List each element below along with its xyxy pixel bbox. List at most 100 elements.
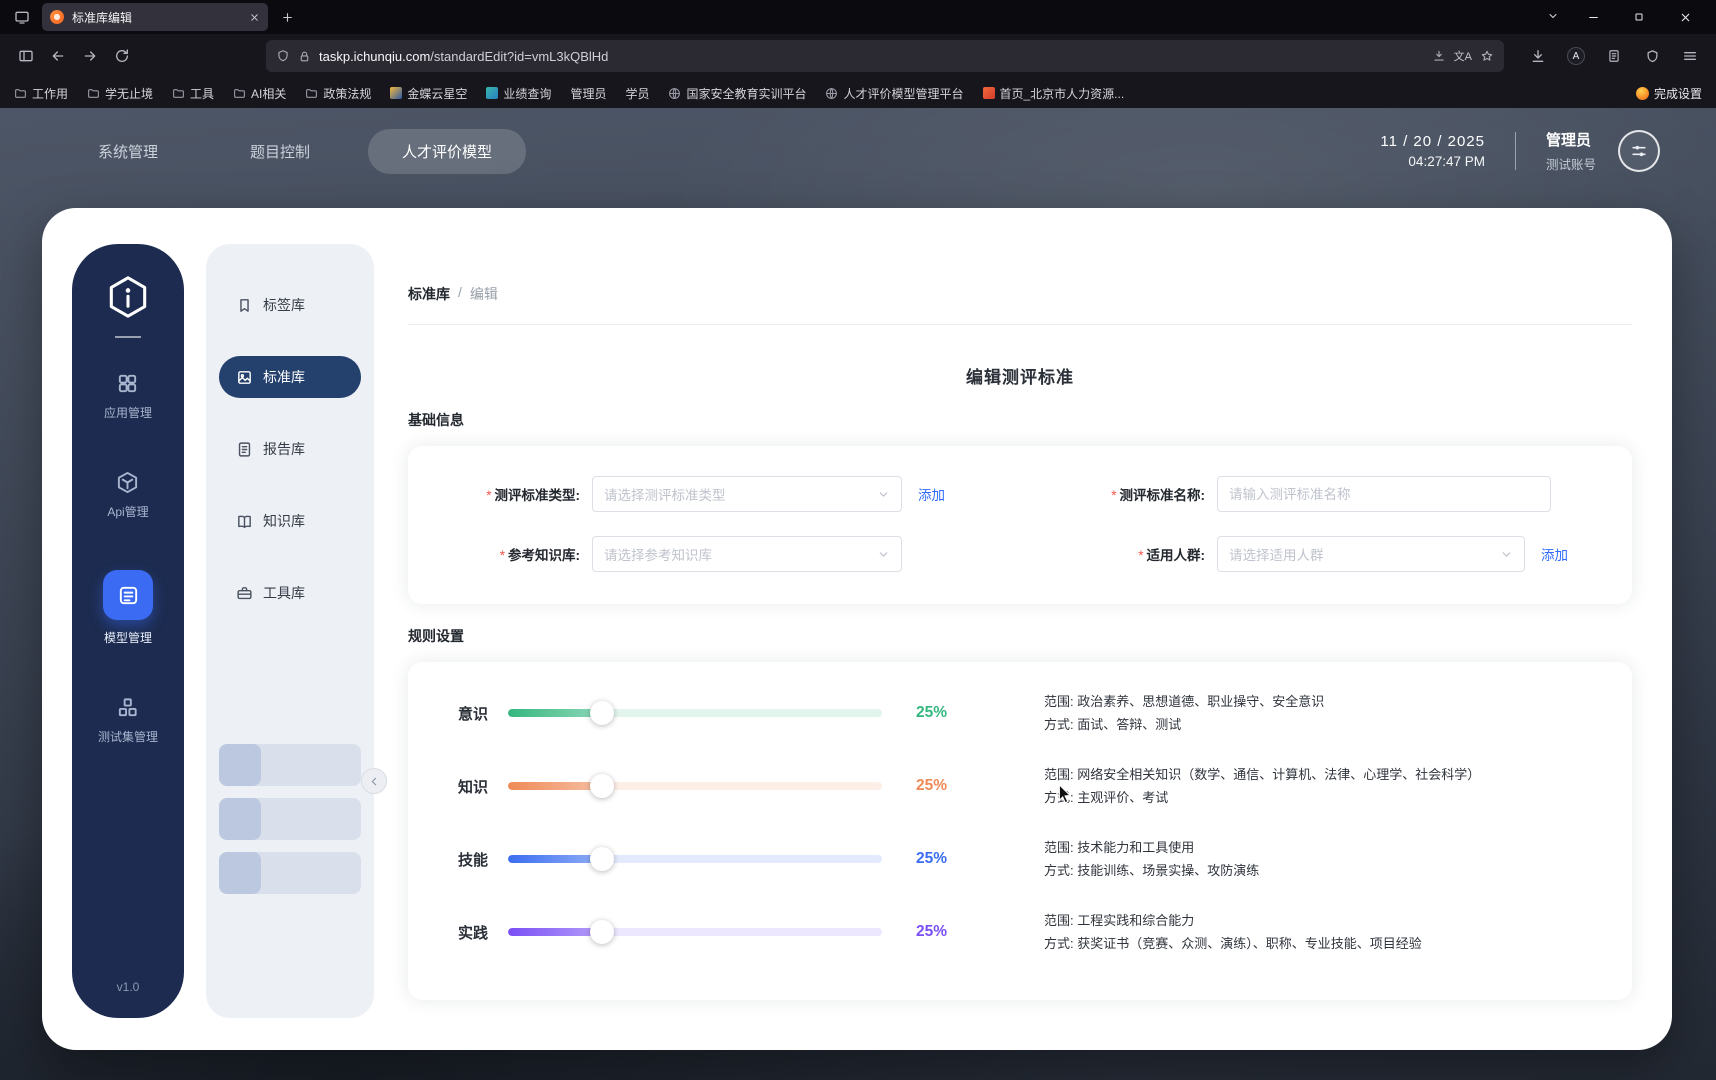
bookmark-item[interactable]: 工作用 bbox=[14, 85, 68, 102]
tracking-shield-icon[interactable] bbox=[276, 49, 290, 63]
slider-row-awareness: 意识 25% 范围: 政治素养、思想道德、职业操守、安全意识 方式: 面试、答辩… bbox=[408, 690, 1632, 736]
url-path: /standardEdit?id=vmL3kQBlHd bbox=[430, 48, 609, 64]
back-icon[interactable] bbox=[42, 40, 74, 72]
bookmark-item[interactable]: 学无止境 bbox=[87, 85, 153, 102]
sidebar-item-testsets[interactable]: 测试集管理 bbox=[98, 696, 158, 745]
extension-shield-icon[interactable] bbox=[1636, 40, 1668, 72]
name-label: * 测评标准名称: bbox=[1111, 488, 1205, 503]
slider-thumb[interactable] bbox=[589, 847, 614, 871]
menu-icon[interactable] bbox=[1674, 40, 1706, 72]
extension-flask-icon[interactable] bbox=[1598, 40, 1630, 72]
nav-item-system[interactable]: 系统管理 bbox=[64, 129, 192, 174]
browser-tab-bar: 标准库编辑 bbox=[0, 0, 1716, 34]
sidebar-item-apps[interactable]: 应用管理 bbox=[104, 372, 152, 421]
sidebar-toggle-icon[interactable] bbox=[10, 40, 42, 72]
bookmark-item[interactable]: AI相关 bbox=[233, 85, 286, 102]
slider-description: 范围: 网络安全相关知识（数学、通信、计算机、法律、心理学、社会科学） 方式: … bbox=[1044, 767, 1481, 805]
maximize-button[interactable] bbox=[1616, 0, 1662, 34]
downloads-icon[interactable] bbox=[1522, 40, 1554, 72]
bookmark-item[interactable]: 业绩查询 bbox=[486, 85, 551, 102]
report-icon bbox=[236, 441, 253, 458]
knowledge-slider[interactable] bbox=[508, 774, 882, 798]
breadcrumb-root[interactable]: 标准库 bbox=[408, 284, 450, 304]
kb-select[interactable]: 请选择参考知识库 bbox=[592, 536, 902, 572]
avatar[interactable] bbox=[1618, 130, 1660, 172]
library-panel: 标签库 标准库 报告库 知识库 工具库 bbox=[206, 244, 387, 1018]
nav-item-talent-model[interactable]: 人才评价模型 bbox=[368, 128, 527, 174]
add-group-link[interactable]: 添加 bbox=[1541, 544, 1568, 564]
group-select[interactable]: 请选择适用人群 bbox=[1217, 536, 1525, 572]
finish-setup[interactable]: 完成设置 bbox=[1635, 85, 1702, 102]
kb-label: * 参考知识库: bbox=[499, 548, 580, 563]
slider-thumb[interactable] bbox=[589, 920, 614, 944]
firefox-view-icon[interactable] bbox=[8, 4, 36, 30]
sidebar-divider bbox=[115, 336, 141, 338]
bookmark-item[interactable]: 工具 bbox=[172, 85, 214, 102]
api-icon bbox=[116, 471, 139, 494]
bookmark-item[interactable]: 政策法规 bbox=[305, 85, 371, 102]
slider-name: 技能 bbox=[458, 851, 489, 869]
list-tabs-icon[interactable] bbox=[1536, 9, 1570, 25]
slider-name: 知识 bbox=[458, 778, 489, 796]
app-page: 系统管理 题目控制 人才评价模型 11 / 20 / 2025 04:27:47… bbox=[0, 108, 1716, 1080]
nav-item-questions[interactable]: 题目控制 bbox=[216, 129, 344, 174]
bookmark-item[interactable]: 金蝶云星空 bbox=[390, 85, 467, 102]
breadcrumb-separator: / bbox=[458, 284, 462, 300]
basic-info-card: *测评标准类型: 请选择测评标准类型 添加 *测评标准名称: *参考 bbox=[408, 446, 1632, 604]
browser-tab[interactable]: 标准库编辑 bbox=[42, 3, 268, 31]
grid-icon bbox=[116, 372, 139, 395]
minimize-button[interactable] bbox=[1570, 0, 1616, 34]
url-host: taskp.ichunqiu.com bbox=[319, 48, 431, 64]
reload-icon[interactable] bbox=[106, 40, 138, 72]
slider-description: 范围: 技术能力和工具使用 方式: 技能训练、场景实操、攻防演练 bbox=[1044, 840, 1260, 878]
bookmark-star-icon[interactable] bbox=[1480, 49, 1494, 63]
rules-card: 意识 25% 范围: 政治素养、思想道德、职业操守、安全意识 方式: 面试、答辩… bbox=[408, 662, 1632, 1000]
datetime: 11 / 20 / 2025 04:27:47 PM bbox=[1380, 133, 1485, 169]
folder-icon bbox=[172, 87, 185, 100]
awareness-slider[interactable] bbox=[508, 701, 882, 725]
lib-item-knowledge[interactable]: 知识库 bbox=[219, 500, 361, 542]
content-area: 标准库 / 编辑 编辑测评标准 基础信息 * 测评标准类型: 请选择测评标准类型 … bbox=[408, 208, 1632, 1050]
close-window-button[interactable] bbox=[1662, 0, 1708, 34]
bookmark-item[interactable]: 管理员 bbox=[570, 85, 606, 102]
lib-item-reports[interactable]: 报告库 bbox=[219, 428, 361, 470]
collapse-panel-button[interactable] bbox=[361, 768, 387, 794]
time-text: 04:27:47 PM bbox=[1408, 154, 1485, 169]
bookmark-icon bbox=[236, 297, 253, 314]
type-label: * 测评标准类型: bbox=[486, 488, 580, 503]
bookmark-item[interactable]: 国家安全教育实训平台 bbox=[668, 85, 806, 102]
toolbox-icon bbox=[236, 585, 253, 602]
tab-title: 标准库编辑 bbox=[72, 10, 133, 25]
practice-slider[interactable] bbox=[508, 920, 882, 944]
bookmark-item[interactable]: 学员 bbox=[625, 85, 649, 102]
extension-a-icon[interactable]: A bbox=[1560, 40, 1592, 72]
bookmark-item[interactable]: 首页_北京市人力资源... bbox=[982, 85, 1124, 102]
save-page-icon[interactable] bbox=[1432, 49, 1446, 63]
lib-item-tags[interactable]: 标签库 bbox=[219, 284, 361, 326]
book-icon bbox=[236, 513, 253, 530]
translate-icon[interactable]: 文A bbox=[1454, 48, 1472, 64]
mouse-cursor bbox=[1056, 782, 1076, 804]
slider-thumb[interactable] bbox=[589, 774, 614, 798]
name-input[interactable] bbox=[1217, 476, 1551, 512]
slider-name: 意识 bbox=[458, 705, 489, 723]
slider-percent: 25% bbox=[916, 923, 948, 940]
breadcrumb-current: 编辑 bbox=[469, 286, 498, 302]
add-type-link[interactable]: 添加 bbox=[918, 484, 945, 504]
new-tab-button[interactable] bbox=[274, 4, 300, 30]
url-text[interactable]: taskp.ichunqiu.com/standardEdit?id=vmL3k… bbox=[319, 49, 1424, 64]
browser-toolbar: taskp.ichunqiu.com/standardEdit?id=vmL3k… bbox=[0, 34, 1716, 78]
sidebar-item-api[interactable]: Api管理 bbox=[107, 471, 149, 520]
url-bar[interactable]: taskp.ichunqiu.com/standardEdit?id=vmL3k… bbox=[266, 40, 1504, 72]
lib-item-tools[interactable]: 工具库 bbox=[219, 572, 361, 614]
skeleton-list bbox=[219, 744, 361, 906]
lib-item-standards[interactable]: 标准库 bbox=[219, 356, 361, 398]
slider-thumb[interactable] bbox=[589, 701, 614, 725]
lock-icon[interactable] bbox=[298, 50, 311, 63]
sidebar-item-models[interactable]: 模型管理 bbox=[103, 570, 153, 646]
bookmark-item[interactable]: 人才评价模型管理平台 bbox=[825, 85, 964, 102]
skill-slider[interactable] bbox=[508, 847, 882, 871]
forward-icon[interactable] bbox=[74, 40, 106, 72]
type-select[interactable]: 请选择测评标准类型 bbox=[592, 476, 902, 512]
tab-close-icon[interactable] bbox=[249, 12, 260, 23]
